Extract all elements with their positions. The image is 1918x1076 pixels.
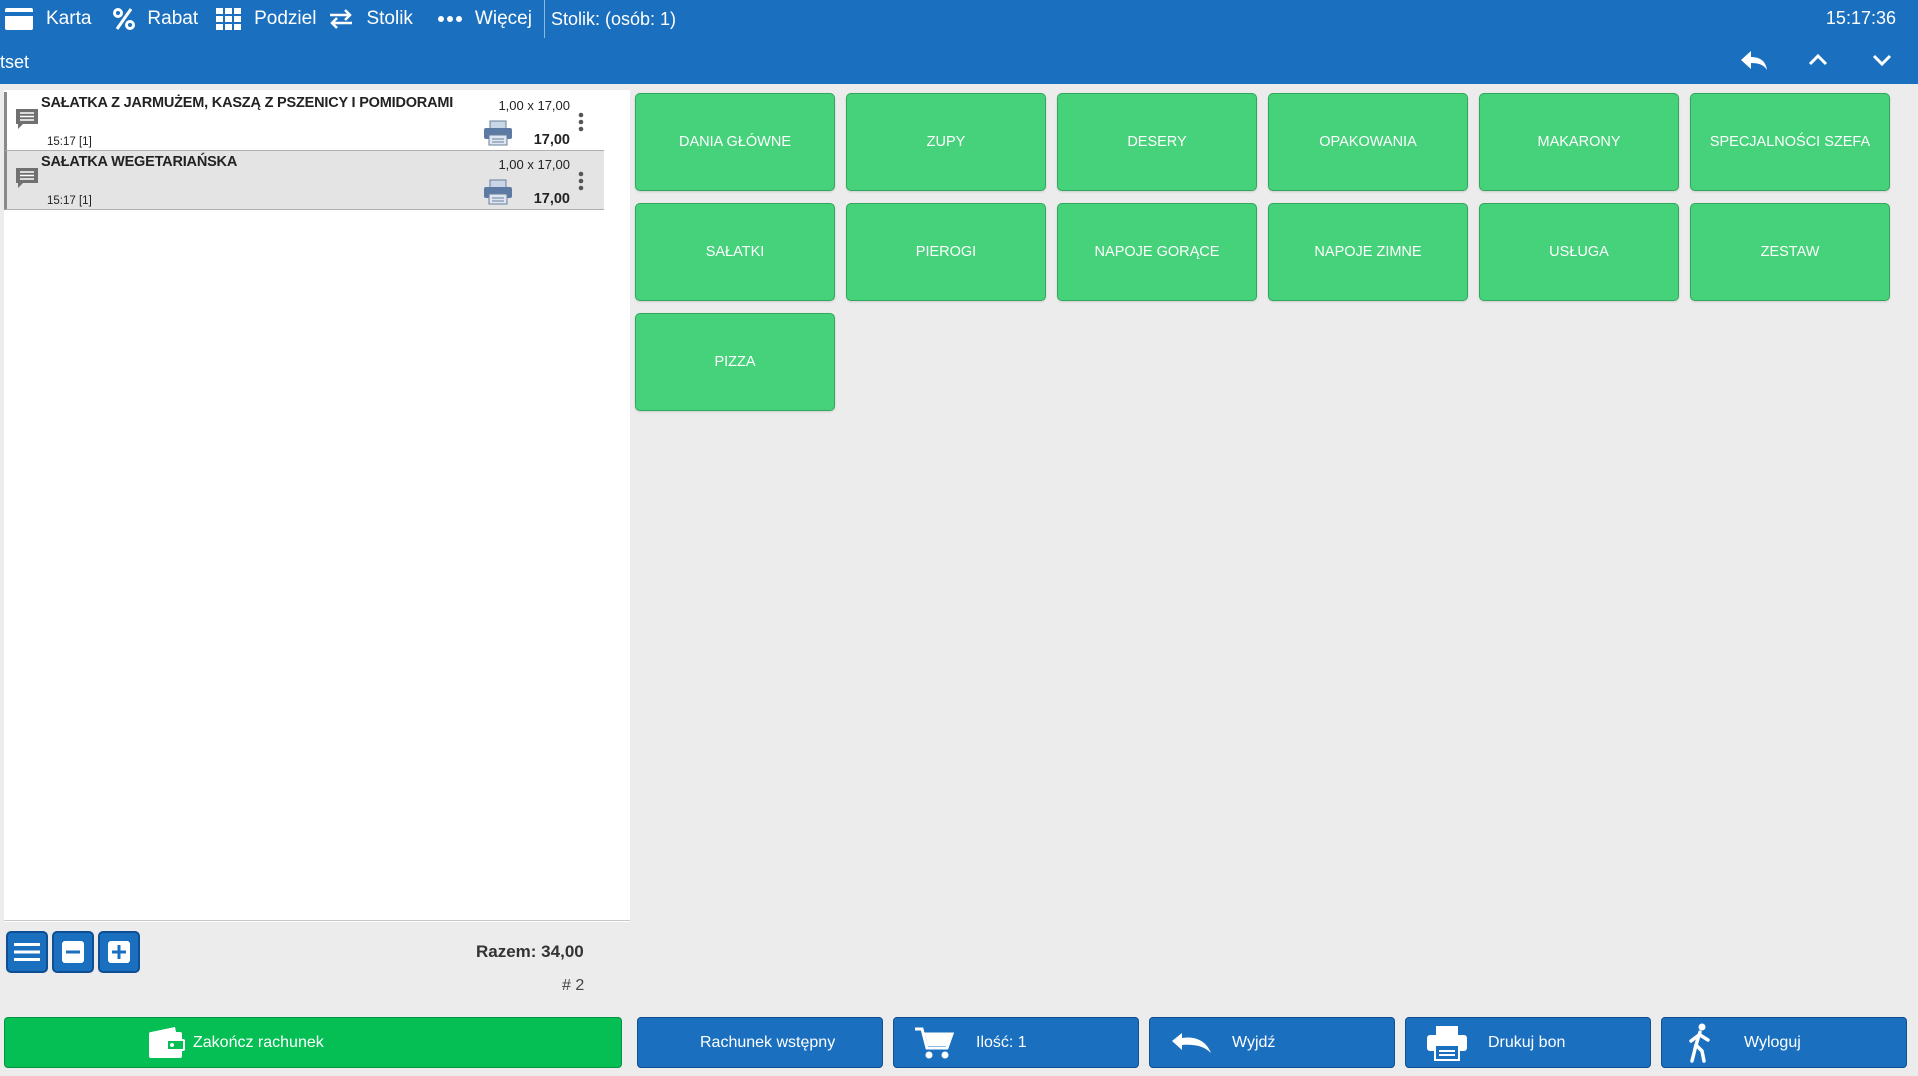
item-qty-price: 1,00 x 17,00	[498, 98, 570, 113]
menu-row: Karta Rabat Podziel Stolik Więcej Stolik…	[0, 0, 676, 38]
item-total: 17,00	[533, 191, 570, 207]
exit-label: Wyjdź	[1232, 1033, 1276, 1051]
category-makarony[interactable]: MAKARONY	[1479, 93, 1679, 191]
menu-rabat-label: Rabat	[147, 8, 199, 29]
category-opakowania[interactable]: OPAKOWANIA	[1268, 93, 1468, 191]
category-dania-glowne[interactable]: DANIA GŁÓWNE	[635, 93, 835, 191]
wallet-icon	[147, 1026, 185, 1060]
logout-button[interactable]: Wyloguj	[1661, 1017, 1907, 1068]
subtitle: tset	[0, 52, 30, 72]
more-dots-icon	[437, 16, 462, 22]
category-napoje-gorace[interactable]: NAPOJE GORĄCE	[1057, 203, 1257, 301]
order-number: # 2	[562, 977, 585, 994]
quantity-label: Ilość: 1	[976, 1033, 1027, 1051]
print-receipt-label: Drukuj bon	[1488, 1033, 1566, 1051]
preliminary-bill-button[interactable]: Rachunek wstępny	[637, 1017, 883, 1068]
finish-bill-button[interactable]: Zakończ rachunek	[4, 1017, 622, 1068]
top-bar: Karta Rabat Podziel Stolik Więcej Stolik…	[0, 0, 1918, 84]
cart-icon	[914, 1026, 954, 1060]
table-info: Stolik: (osób: 1)	[550, 8, 676, 29]
walking-person-icon	[1686, 1023, 1714, 1063]
category-salatki[interactable]: SAŁATKI	[635, 203, 835, 301]
menu-podziel-label: Podziel	[254, 8, 317, 29]
quantity-button[interactable]: Ilość: 1	[893, 1017, 1139, 1068]
menu-karta-label: Karta	[46, 8, 92, 29]
chevron-up-icon[interactable]	[1800, 46, 1836, 74]
item-time: 15:17 [1]	[47, 136, 92, 148]
percent-icon	[113, 8, 136, 30]
menu-stolik[interactable]: Stolik	[324, 0, 420, 38]
nav-icons	[1736, 46, 1900, 74]
minus-icon	[62, 941, 84, 963]
order-panel: SAŁATKA Z JARMUŻEM, KASZĄ Z PSZENICY I P…	[4, 90, 630, 922]
category-pierogi[interactable]: PIEROGI	[846, 203, 1046, 301]
item-menu-icon[interactable]	[578, 112, 584, 132]
menu-divider	[543, 0, 545, 38]
list-menu-button[interactable]	[6, 931, 48, 973]
order-item[interactable]: SAŁATKA WEGETARIAŃSKA 1,00 x 17,00 15:17…	[4, 151, 604, 210]
plus-icon	[108, 941, 130, 963]
menu-wiecej[interactable]: Więcej	[433, 0, 540, 38]
item-time: 15:17 [1]	[47, 195, 92, 207]
grid-icon	[216, 8, 242, 30]
undo-icon	[1170, 1031, 1212, 1055]
order-tools	[6, 931, 140, 973]
back-arrow-icon[interactable]	[1736, 46, 1772, 74]
printer-icon	[484, 179, 512, 205]
logout-label: Wyloguj	[1744, 1033, 1801, 1051]
print-receipt-button[interactable]: Drukuj bon	[1405, 1017, 1651, 1068]
comment-icon[interactable]	[15, 167, 39, 189]
order-total: Razem: 34,00	[476, 942, 584, 961]
comment-icon[interactable]	[15, 108, 39, 130]
card-icon	[5, 8, 33, 30]
panel-divider	[4, 920, 630, 921]
menu-stolik-label: Stolik	[366, 8, 413, 29]
category-usluga[interactable]: USŁUGA	[1479, 203, 1679, 301]
category-desery[interactable]: DESERY	[1057, 93, 1257, 191]
category-specjalnosci-szefa[interactable]: SPECJALNOŚCI SZEFA	[1690, 93, 1890, 191]
item-menu-icon[interactable]	[578, 171, 584, 191]
decrease-button[interactable]	[52, 931, 94, 973]
printer-icon	[484, 120, 512, 146]
menu-karta[interactable]: Karta	[0, 0, 99, 38]
item-name: SAŁATKA WEGETARIAŃSKA	[41, 154, 238, 170]
increase-button[interactable]	[98, 931, 140, 973]
menu-podziel[interactable]: Podziel	[212, 0, 324, 38]
item-qty-price: 1,00 x 17,00	[498, 157, 570, 172]
category-pizza[interactable]: PIZZA	[635, 313, 835, 411]
item-name: SAŁATKA Z JARMUŻEM, KASZĄ Z PSZENICY I P…	[41, 95, 454, 111]
category-zupy[interactable]: ZUPY	[846, 93, 1046, 191]
chevron-down-icon[interactable]	[1864, 46, 1900, 74]
clock: 15:17:36	[1825, 8, 1896, 28]
hamburger-icon	[14, 943, 40, 961]
menu-rabat[interactable]: Rabat	[109, 0, 206, 38]
menu-wiecej-label: Więcej	[474, 8, 532, 29]
exit-button[interactable]: Wyjdź	[1149, 1017, 1395, 1068]
order-item[interactable]: SAŁATKA Z JARMUŻEM, KASZĄ Z PSZENICY I P…	[4, 92, 604, 151]
category-zestaw[interactable]: ZESTAW	[1690, 203, 1890, 301]
finish-bill-label: Zakończ rachunek	[193, 1033, 324, 1051]
item-total: 17,00	[533, 132, 570, 148]
category-napoje-zimne[interactable]: NAPOJE ZIMNE	[1268, 203, 1468, 301]
preliminary-bill-label: Rachunek wstępny	[700, 1033, 836, 1051]
printer-icon	[1426, 1025, 1468, 1061]
swap-icon	[330, 9, 353, 29]
order-list: SAŁATKA Z JARMUŻEM, KASZĄ Z PSZENICY I P…	[4, 90, 604, 210]
